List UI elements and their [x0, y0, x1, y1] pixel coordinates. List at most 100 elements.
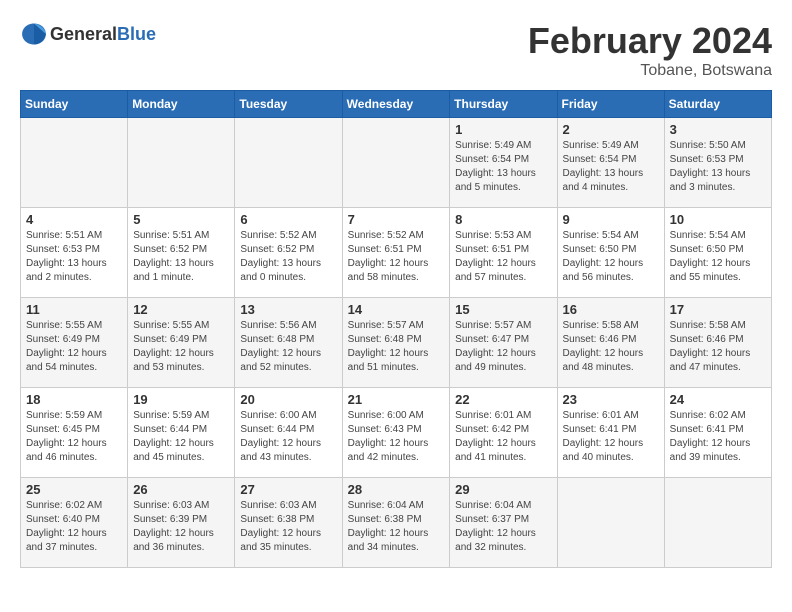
calendar-cell: 21 Sunrise: 6:00 AM Sunset: 6:43 PM Dayli… [342, 388, 450, 478]
day-number: 21 [348, 392, 445, 407]
day-number: 22 [455, 392, 551, 407]
day-info: Sunrise: 6:04 AM Sunset: 6:38 PM Dayligh… [348, 499, 445, 555]
day-number: 7 [348, 212, 445, 227]
day-number: 10 [670, 212, 766, 227]
header-monday: Monday [128, 91, 235, 118]
calendar-cell: 18 Sunrise: 5:59 AM Sunset: 6:45 PM Dayli… [21, 388, 128, 478]
day-number: 12 [133, 302, 229, 317]
day-number: 4 [26, 212, 122, 227]
day-number: 17 [670, 302, 766, 317]
day-info: Sunrise: 5:54 AM Sunset: 6:50 PM Dayligh… [670, 229, 766, 285]
calendar-cell: 20Sunrise: 6:00 AM Sunset: 6:44 PM Dayli… [235, 388, 342, 478]
calendar-cell: 19 Sunrise: 5:59 AM Sunset: 6:44 PM Dayli… [128, 388, 235, 478]
day-info: Sunrise: 5:49 AM Sunset: 6:54 PM Dayligh… [563, 139, 659, 195]
calendar-cell: 5 Sunrise: 5:51 AM Sunset: 6:52 PM Daylig… [128, 208, 235, 298]
day-info: Sunrise: 5:55 AM Sunset: 6:49 PM Dayligh… [133, 319, 229, 375]
day-info: Sunrise: 5:51 AM Sunset: 6:53 PM Dayligh… [26, 229, 122, 285]
day-info: Sunrise: 6:00 AM Sunset: 6:43 PM Dayligh… [348, 409, 445, 465]
day-number: 15 [455, 302, 551, 317]
day-number: 26 [133, 482, 229, 497]
logo-text: GeneralBlue [50, 24, 156, 45]
title-area: February 2024 Tobane, Botswana [528, 20, 772, 80]
day-number: 28 [348, 482, 445, 497]
day-info: Sunrise: 5:52 AM Sunset: 6:52 PM Dayligh… [240, 229, 336, 285]
day-info: Sunrise: 6:00 AM Sunset: 6:44 PM Dayligh… [240, 409, 336, 465]
day-number: 3 [670, 122, 766, 137]
day-number: 23 [563, 392, 659, 407]
day-info: Sunrise: 5:57 AM Sunset: 6:47 PM Dayligh… [455, 319, 551, 375]
day-info: Sunrise: 6:04 AM Sunset: 6:37 PM Dayligh… [455, 499, 551, 555]
header-tuesday: Tuesday [235, 91, 342, 118]
calendar-cell: 16Sunrise: 5:58 AM Sunset: 6:46 PM Dayli… [557, 298, 664, 388]
calendar-week-2: 4 Sunrise: 5:51 AM Sunset: 6:53 PM Daylig… [21, 208, 772, 298]
day-number: 14 [348, 302, 445, 317]
calendar-cell: 27 Sunrise: 6:03 AM Sunset: 6:38 PM Dayli… [235, 478, 342, 568]
day-number: 6 [240, 212, 336, 227]
calendar-cell: 7 Sunrise: 5:52 AM Sunset: 6:51 PM Daylig… [342, 208, 450, 298]
calendar-cell: 3 Sunrise: 5:50 AM Sunset: 6:53 PM Daylig… [664, 118, 771, 208]
calendar-cell: 15 Sunrise: 5:57 AM Sunset: 6:47 PM Dayli… [450, 298, 557, 388]
day-number: 25 [26, 482, 122, 497]
calendar-cell: 25 Sunrise: 6:02 AM Sunset: 6:40 PM Dayli… [21, 478, 128, 568]
day-info: Sunrise: 6:02 AM Sunset: 6:41 PM Dayligh… [670, 409, 766, 465]
day-info: Sunrise: 5:59 AM Sunset: 6:44 PM Dayligh… [133, 409, 229, 465]
calendar-week-4: 18 Sunrise: 5:59 AM Sunset: 6:45 PM Dayli… [21, 388, 772, 478]
day-number: 11 [26, 302, 122, 317]
logo-blue: Blue [117, 24, 156, 44]
day-info: Sunrise: 5:50 AM Sunset: 6:53 PM Dayligh… [670, 139, 766, 195]
day-number: 13 [240, 302, 336, 317]
calendar-week-5: 25 Sunrise: 6:02 AM Sunset: 6:40 PM Dayli… [21, 478, 772, 568]
month-title: February 2024 [528, 20, 772, 62]
calendar-cell: 2 Sunrise: 5:49 AM Sunset: 6:54 PM Daylig… [557, 118, 664, 208]
day-number: 18 [26, 392, 122, 407]
logo: GeneralBlue [20, 20, 156, 48]
day-info: Sunrise: 5:55 AM Sunset: 6:49 PM Dayligh… [26, 319, 122, 375]
calendar-table: Sunday Monday Tuesday Wednesday Thursday… [20, 90, 772, 568]
day-info: Sunrise: 5:58 AM Sunset: 6:46 PM Dayligh… [563, 319, 659, 375]
day-info: Sunrise: 6:01 AM Sunset: 6:42 PM Dayligh… [455, 409, 551, 465]
header-sunday: Sunday [21, 91, 128, 118]
header-thursday: Thursday [450, 91, 557, 118]
calendar-cell: 12 Sunrise: 5:55 AM Sunset: 6:49 PM Dayli… [128, 298, 235, 388]
calendar-cell [235, 118, 342, 208]
calendar-cell: 29 Sunrise: 6:04 AM Sunset: 6:37 PM Dayli… [450, 478, 557, 568]
day-info: Sunrise: 5:51 AM Sunset: 6:52 PM Dayligh… [133, 229, 229, 285]
day-number: 5 [133, 212, 229, 227]
day-info: Sunrise: 6:03 AM Sunset: 6:38 PM Dayligh… [240, 499, 336, 555]
day-info: Sunrise: 5:59 AM Sunset: 6:45 PM Dayligh… [26, 409, 122, 465]
day-number: 27 [240, 482, 336, 497]
day-info: Sunrise: 6:02 AM Sunset: 6:40 PM Dayligh… [26, 499, 122, 555]
day-number: 1 [455, 122, 551, 137]
calendar-cell: 4 Sunrise: 5:51 AM Sunset: 6:53 PM Daylig… [21, 208, 128, 298]
day-info: Sunrise: 5:54 AM Sunset: 6:50 PM Dayligh… [563, 229, 659, 285]
day-info: Sunrise: 5:49 AM Sunset: 6:54 PM Dayligh… [455, 139, 551, 195]
calendar-cell: 14 Sunrise: 5:57 AM Sunset: 6:48 PM Dayli… [342, 298, 450, 388]
day-info: Sunrise: 5:57 AM Sunset: 6:48 PM Dayligh… [348, 319, 445, 375]
logo-general: General [50, 24, 117, 44]
day-info: Sunrise: 5:53 AM Sunset: 6:51 PM Dayligh… [455, 229, 551, 285]
calendar-cell [342, 118, 450, 208]
calendar-cell [128, 118, 235, 208]
calendar-cell: 11 Sunrise: 5:55 AM Sunset: 6:49 PM Dayli… [21, 298, 128, 388]
header-saturday: Saturday [664, 91, 771, 118]
calendar-cell: 1 Sunrise: 5:49 AM Sunset: 6:54 PM Daylig… [450, 118, 557, 208]
header-wednesday: Wednesday [342, 91, 450, 118]
day-number: 29 [455, 482, 551, 497]
day-info: Sunrise: 5:52 AM Sunset: 6:51 PM Dayligh… [348, 229, 445, 285]
calendar-week-1: 1 Sunrise: 5:49 AM Sunset: 6:54 PM Daylig… [21, 118, 772, 208]
calendar-cell: 8Sunrise: 5:53 AM Sunset: 6:51 PM Daylig… [450, 208, 557, 298]
header: GeneralBlue February 2024 Tobane, Botswa… [20, 20, 772, 80]
calendar-cell: 6 Sunrise: 5:52 AM Sunset: 6:52 PM Daylig… [235, 208, 342, 298]
calendar-cell [21, 118, 128, 208]
calendar-cell: 13Sunrise: 5:56 AM Sunset: 6:48 PM Dayli… [235, 298, 342, 388]
header-friday: Friday [557, 91, 664, 118]
day-number: 19 [133, 392, 229, 407]
calendar-cell [664, 478, 771, 568]
calendar-cell: 28 Sunrise: 6:04 AM Sunset: 6:38 PM Dayli… [342, 478, 450, 568]
day-number: 9 [563, 212, 659, 227]
calendar-cell: 9 Sunrise: 5:54 AM Sunset: 6:50 PM Daylig… [557, 208, 664, 298]
day-number: 2 [563, 122, 659, 137]
calendar-cell: 17Sunrise: 5:58 AM Sunset: 6:46 PM Dayli… [664, 298, 771, 388]
calendar-cell: 10 Sunrise: 5:54 AM Sunset: 6:50 PM Dayli… [664, 208, 771, 298]
calendar-cell: 22 Sunrise: 6:01 AM Sunset: 6:42 PM Dayli… [450, 388, 557, 478]
